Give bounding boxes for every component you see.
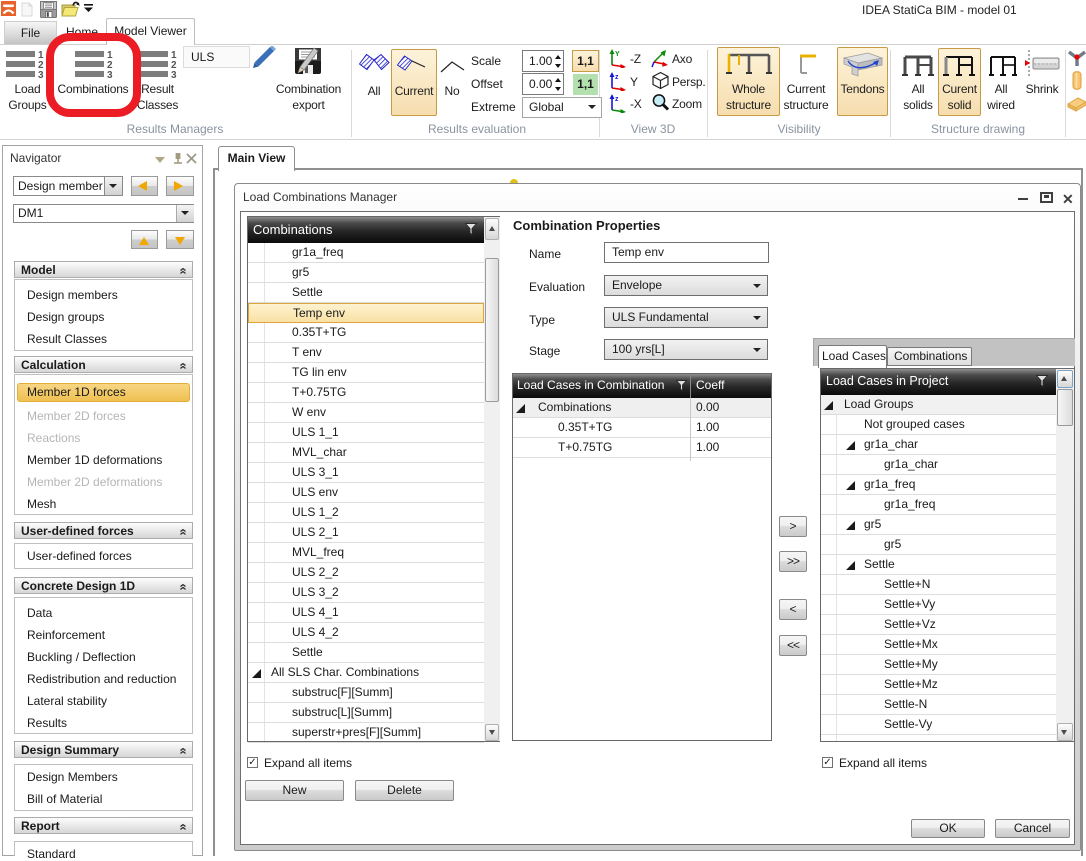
svg-text:Y: Y — [615, 51, 620, 58]
svg-text:z: z — [615, 74, 619, 81]
svg-text:3: 3 — [38, 70, 44, 79]
svg-text:z: z — [615, 96, 619, 103]
svg-text:3: 3 — [171, 70, 177, 79]
